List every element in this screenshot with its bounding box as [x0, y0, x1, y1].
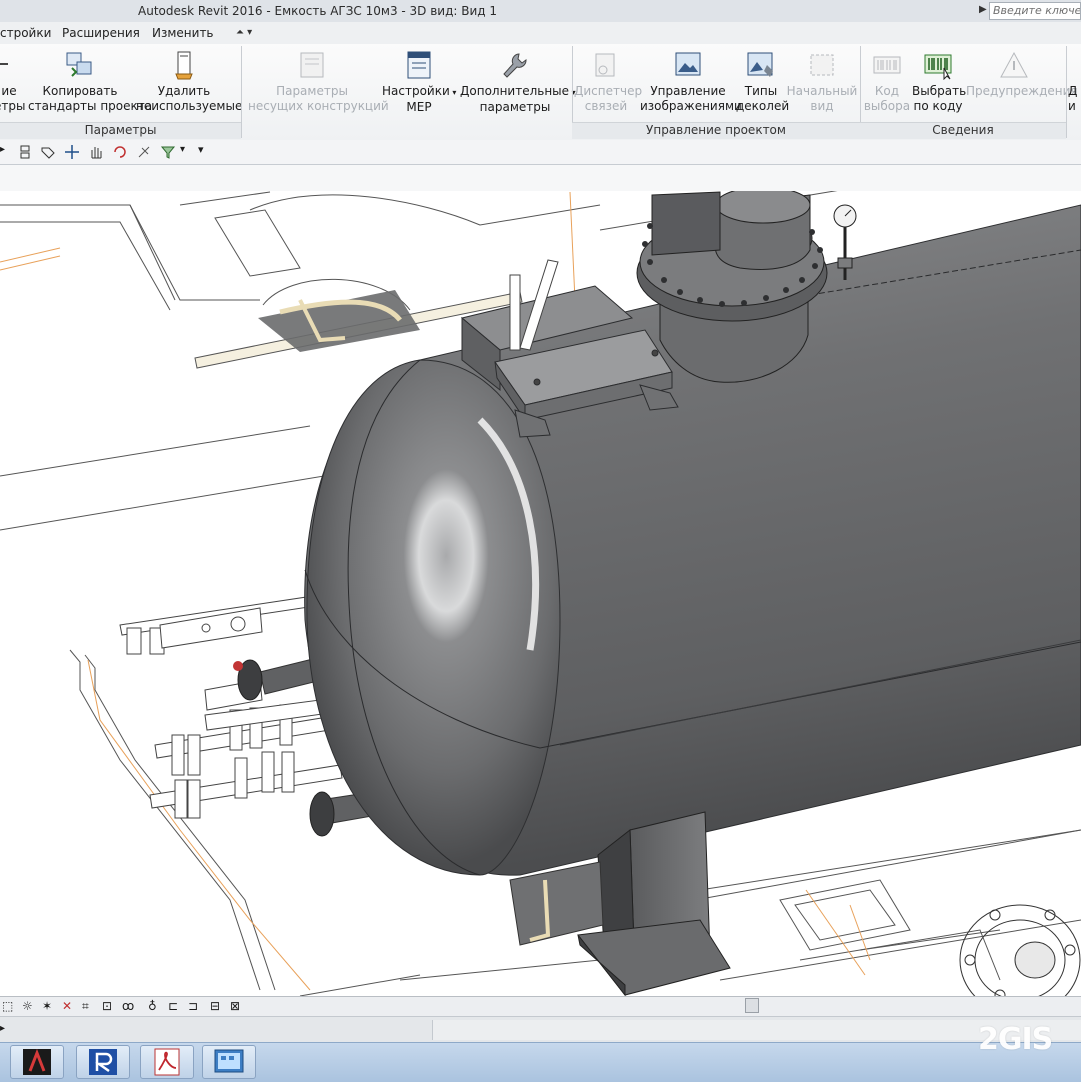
manage-images-icon	[675, 52, 701, 76]
copy-standards-button[interactable]: Копировать стандарты проекта	[28, 48, 152, 120]
plan-manway-detail	[959, 904, 1081, 996]
hand-icon[interactable]	[88, 144, 104, 160]
pdf-reader-icon	[154, 1048, 180, 1076]
2gis-watermark: 2GIS	[978, 1022, 1053, 1057]
mep-settings-icon	[407, 51, 431, 79]
detail-level-icon[interactable]: ⬚	[2, 999, 13, 1013]
3d-model-render	[0, 191, 1081, 996]
truncated-icon	[1070, 50, 1080, 80]
decal-types-icon	[747, 52, 773, 77]
revit-icon	[89, 1049, 117, 1075]
tab-settings[interactable]: стройки	[0, 26, 51, 40]
structural-settings-icon	[300, 52, 324, 78]
settings-icon	[0, 63, 8, 65]
analytical-model-icon[interactable]: ⊐	[188, 999, 198, 1013]
horizontal-scrollbar-thumb[interactable]	[745, 998, 759, 1013]
visual-style-icon[interactable]: ☼	[22, 999, 33, 1013]
purge-unused-button[interactable]: Удалить неиспользуемые	[136, 48, 242, 120]
status-arrow-icon: ▸	[0, 1023, 6, 1034]
revit-taskbar-button[interactable]	[76, 1045, 130, 1079]
wrench-icon	[503, 53, 527, 78]
control-panel-icon	[214, 1049, 244, 1073]
show-crop-icon[interactable]: ⊡	[102, 999, 112, 1013]
manage-images-button[interactable]: Управление изображениями	[640, 48, 742, 120]
options-toolbar: ▸ ▾ ▾	[0, 140, 1081, 165]
temp-hide-icon[interactable]: ꝏ	[122, 999, 134, 1013]
purge-icon	[175, 51, 193, 80]
ribbon-tab-bar: стройки Расширения Изменить ⏶ ▾	[0, 22, 1081, 44]
copy-standards-icon	[66, 52, 92, 77]
highlight-displacement-icon[interactable]: ⊟	[210, 999, 220, 1013]
autocad-taskbar-button[interactable]	[10, 1045, 64, 1079]
view-control-bar: ⬚ ☼ ✶ ✕ ⌗ ⊡ ꝏ ♁ ⊏ ⊐ ⊟ ⊠	[0, 996, 1081, 1017]
chevron-down-icon[interactable]: ▾	[180, 144, 185, 155]
title-arrow-icon[interactable]: ▶	[979, 4, 987, 15]
window-title: Autodesk Revit 2016 - Емкость АГЗС 10м3 …	[138, 4, 498, 18]
decal-types-button[interactable]: Типы деколей	[736, 48, 789, 120]
tag-icon[interactable]	[40, 144, 56, 160]
options-bar	[0, 165, 1081, 192]
manage-links-icon	[595, 53, 615, 77]
control-panel-taskbar-button[interactable]	[202, 1045, 256, 1079]
truncated-button[interactable]: Д и	[1068, 48, 1081, 120]
pin-icon[interactable]	[136, 144, 152, 160]
barcode-select-icon	[924, 54, 952, 80]
search-input[interactable]: Введите ключевое слово	[989, 2, 1081, 20]
ribbon-panel: ие етры Копировать стандарты проекта Уда…	[0, 44, 1081, 141]
ribbon-minimize-icon[interactable]: ⏶ ▾	[236, 27, 252, 38]
reveal-constraints-icon[interactable]: ⊠	[230, 999, 240, 1013]
warnings-button[interactable]: Предупреждения	[966, 48, 1078, 120]
sun-path-icon[interactable]: ✶	[42, 999, 52, 1013]
tab-modify[interactable]: Изменить	[152, 26, 214, 40]
status-bar: ▸	[0, 1016, 1081, 1043]
autocad-icon	[23, 1048, 51, 1075]
title-bar: Autodesk Revit 2016 - Емкость АГЗС 10м3 …	[0, 0, 1081, 23]
pdf-taskbar-button[interactable]	[140, 1045, 194, 1079]
barcode-icon	[873, 56, 901, 74]
worksharing-icon[interactable]: ⊏	[168, 999, 178, 1013]
3d-view-canvas[interactable]	[0, 191, 1081, 996]
starting-view-button[interactable]: Начальный вид	[786, 48, 858, 120]
rotate-icon[interactable]	[112, 144, 128, 160]
reveal-hidden-icon[interactable]: ♁	[148, 999, 157, 1013]
additional-settings-button[interactable]: Дополнительные ▾ параметры	[460, 48, 576, 120]
select-by-id-button[interactable]: Код выбора	[862, 48, 912, 120]
starting-view-icon	[810, 54, 834, 76]
mep-settings-button[interactable]: Настройки ▾ MEP	[382, 48, 456, 120]
group-label-project-management: Управление проектом	[572, 122, 860, 139]
warning-icon	[1000, 51, 1028, 78]
windows-taskbar	[0, 1042, 1081, 1082]
crop-view-icon[interactable]: ⌗	[82, 999, 89, 1014]
group-label-parameters: Параметры	[0, 122, 241, 139]
manage-links-button[interactable]: Диспетчер связей	[574, 48, 642, 120]
structural-settings-button[interactable]: Параметры несущих конструкций	[248, 48, 389, 120]
filter-icon[interactable]	[160, 144, 176, 160]
customize-toolbar-icon[interactable]: ▾	[198, 143, 204, 156]
dropdown-arrow-icon[interactable]: ▸	[0, 144, 5, 155]
settings-partial-button[interactable]: ие етры	[0, 48, 25, 120]
tab-extensions[interactable]: Расширения	[62, 26, 140, 40]
shadows-icon[interactable]: ✕	[62, 999, 72, 1013]
move-icon[interactable]	[64, 144, 80, 160]
group-label-inquiry: Сведения	[860, 122, 1066, 139]
ribbon-separator	[241, 46, 242, 138]
align-icon[interactable]	[18, 144, 34, 160]
ribbon-separator	[1066, 46, 1067, 138]
dropdown-arrow-icon[interactable]: ▾	[450, 88, 456, 97]
select-by-code-button[interactable]: Выбрать по коду	[912, 48, 966, 120]
